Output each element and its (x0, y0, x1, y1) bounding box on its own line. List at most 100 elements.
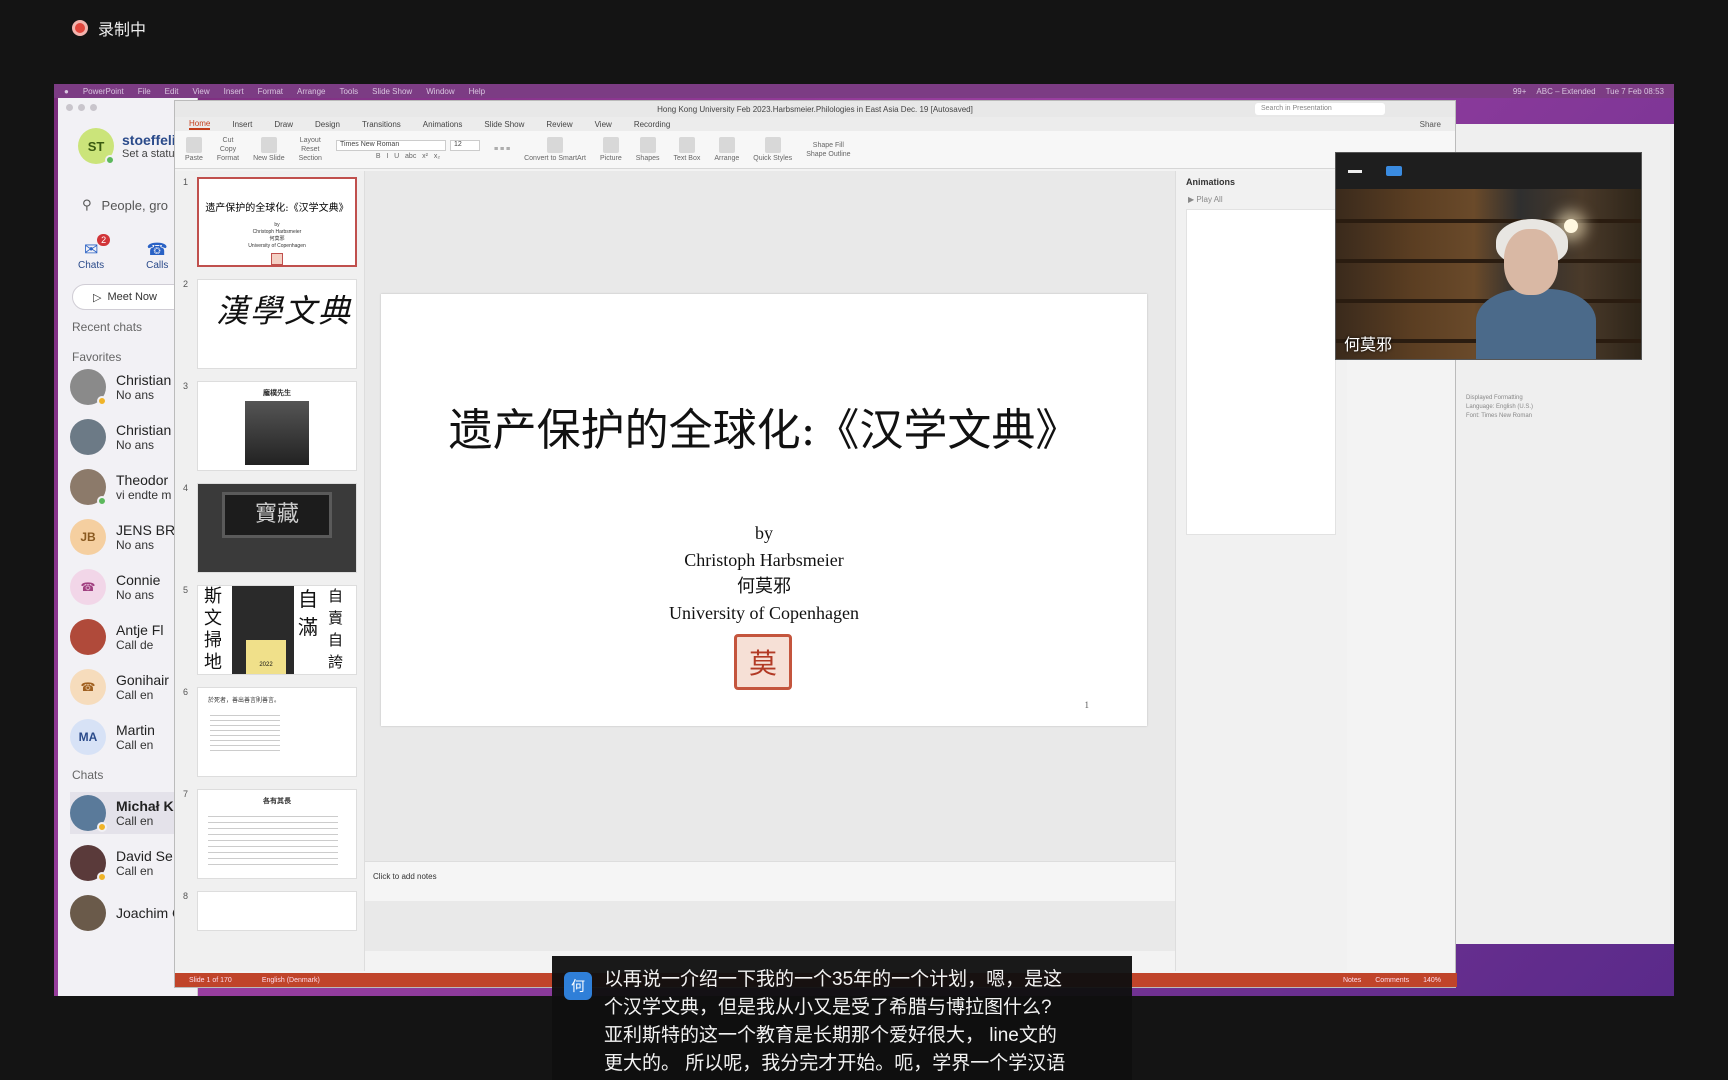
close-icon[interactable] (66, 104, 73, 111)
paragraph-group[interactable]: ≡ ≡ ≡ (494, 146, 510, 153)
arrange-label: Arrange (714, 155, 740, 162)
live-caption: 何 以再说一介绍一下我的一个35年的一个计划，嗯，是这 个汉学文典，但是我从小又… (552, 956, 1132, 1080)
picture-button[interactable]: Picture (600, 137, 622, 162)
contact-status: Call de (116, 638, 154, 652)
video-overlay: 何莫邪 (1335, 152, 1642, 360)
avatar: MA (70, 719, 106, 755)
tab-insert[interactable]: Insert (232, 120, 252, 129)
menu-tools[interactable]: Tools (339, 87, 358, 96)
shape-fill-button[interactable]: Shape Fill (813, 142, 844, 149)
font-size-select[interactable]: 12 (449, 139, 480, 151)
minimize-icon[interactable] (1348, 169, 1362, 173)
layout-button[interactable]: Layout (300, 137, 321, 144)
minimize-icon[interactable] (78, 104, 85, 111)
thumb-title: 遗产保护的全球化:《汉学文典》 (205, 203, 349, 214)
animations-pane: Animations ▶ Play All (1175, 171, 1347, 971)
recent-chats-label[interactable]: Recent chats (72, 320, 142, 334)
thumb-title: 於死者，善出善言則善言。 (208, 698, 281, 704)
apple-icon[interactable]: ● (64, 87, 69, 96)
zoom-level[interactable]: 140% (1423, 977, 1441, 984)
slide-subtitle[interactable]: by Christoph Harbsmeier 何莫邪 University o… (381, 520, 1147, 626)
thumbnail-slide-6[interactable]: 於死者，善出善言則善言。 (197, 687, 357, 777)
animations-list[interactable] (1186, 209, 1336, 535)
arrange-button[interactable]: Arrange (714, 137, 739, 162)
thumbnail-slide-8[interactable] (197, 891, 357, 931)
tab-view[interactable]: View (595, 120, 612, 129)
input-source[interactable]: ABC – Extended (1536, 87, 1595, 96)
notes-toggle[interactable]: Notes (1343, 977, 1361, 984)
language-status[interactable]: English (Denmark) (262, 977, 320, 984)
menu-arrange[interactable]: Arrange (297, 87, 325, 96)
menu-view[interactable]: View (192, 87, 209, 96)
notes-input[interactable]: Click to add notes (365, 861, 1175, 901)
contact-name: Michał K (116, 798, 174, 814)
nav-calls[interactable]: ☎ Calls (146, 240, 168, 271)
powerpoint-window: Hong Kong University Feb 2023.Harbsmeier… (174, 100, 1457, 988)
current-slide[interactable]: 遗产保护的全球化:《汉学文典》 by Christoph Harbsmeier … (381, 294, 1147, 726)
new-slide-button[interactable]: New Slide (253, 137, 285, 162)
tab-home[interactable]: Home (189, 119, 211, 130)
shapes-label: Shapes (635, 155, 660, 162)
font-format-buttons[interactable]: B I U abc x² x₂ (376, 153, 440, 160)
textbox-button[interactable]: Text Box (674, 137, 700, 162)
tab-slideshow[interactable]: Slide Show (484, 120, 524, 129)
menubar-clock[interactable]: Tue 7 Feb 08:53 (1606, 87, 1664, 96)
zoom-icon[interactable] (90, 104, 97, 111)
recording-label: 录制中 (98, 22, 147, 39)
thumbnail-slide-1[interactable]: 遗产保护的全球化:《汉学文典》 by Christoph Harbsmeier … (197, 177, 357, 267)
thumbnail-slide-7[interactable]: 各有其長 (197, 789, 357, 879)
menu-format[interactable]: Format (258, 87, 283, 96)
format-painter-button[interactable]: Format (217, 155, 239, 162)
reset-button[interactable]: Reset (301, 146, 319, 153)
menu-slideshow[interactable]: Slide Show (372, 87, 412, 96)
expand-icon[interactable] (1386, 166, 1402, 176)
shapes-icon (639, 137, 656, 153)
tab-draw[interactable]: Draw (274, 120, 293, 129)
new-slide-label: New Slide (253, 155, 285, 162)
cut-button[interactable]: Cut (223, 137, 234, 144)
contact-name: Gonihair (116, 672, 169, 688)
thumb-number: 4 (183, 483, 189, 493)
section-button[interactable]: Section (299, 155, 322, 162)
share-button[interactable]: Share (1420, 120, 1441, 129)
root: 录制中 ● PowerPoint File Edit View Insert F… (0, 0, 1728, 1080)
comments-toggle[interactable]: Comments (1375, 977, 1409, 984)
thumb-line: by (274, 222, 280, 228)
nav-chats-label: Chats (78, 260, 105, 271)
thumbnail-slide-4[interactable]: 寶藏 (197, 483, 357, 573)
profile[interactable]: ST stoeffelin Set a status (78, 128, 184, 165)
thumb-number: 7 (183, 789, 189, 799)
quick-styles-button[interactable]: Quick Styles (753, 137, 792, 162)
notification-count[interactable]: 99+ (1513, 87, 1527, 96)
nav-chats[interactable]: ✉ 2 Chats (78, 234, 111, 271)
tab-transitions[interactable]: Transitions (362, 120, 401, 129)
font-name-select[interactable]: Times New Roman (335, 139, 446, 151)
menu-insert[interactable]: Insert (224, 87, 244, 96)
thumbnail-slide-3[interactable]: 龐樸先生 (197, 381, 357, 471)
menu-powerpoint[interactable]: PowerPoint (83, 87, 124, 96)
menubar-status: 99+ ABC – Extended Tue 7 Feb 08:53 (1513, 87, 1664, 96)
slide-title[interactable]: 遗产保护的全球化:《汉学文典》 (381, 394, 1147, 458)
thumbnail-slide-5[interactable]: 斯文掃地 2022 自滿 自賣自誇 (197, 585, 357, 675)
tab-review[interactable]: Review (546, 120, 572, 129)
menu-window[interactable]: Window (426, 87, 454, 96)
copy-button[interactable]: Copy (220, 146, 236, 153)
shape-outline-button[interactable]: Shape Outline (806, 151, 850, 158)
avatar: ST (78, 128, 115, 165)
search-presentation-input[interactable]: Search in Presentation (1255, 103, 1385, 115)
tab-recording[interactable]: Recording (634, 120, 670, 129)
meet-now-label: Meet Now (107, 291, 157, 303)
tab-design[interactable]: Design (315, 120, 340, 129)
convert-smartart-button[interactable]: Convert to SmartArt (524, 137, 586, 162)
shapes-button[interactable]: Shapes (636, 137, 660, 162)
menu-file[interactable]: File (138, 87, 151, 96)
menu-edit[interactable]: Edit (165, 87, 179, 96)
paste-button[interactable]: Paste (185, 137, 203, 162)
contact-status: Call en (116, 688, 154, 702)
menu-help[interactable]: Help (469, 87, 485, 96)
play-all-button[interactable]: ▶ Play All (1188, 195, 1223, 204)
tab-animations[interactable]: Animations (423, 120, 463, 129)
thumb-text-right: 自賣自誇 (328, 588, 344, 671)
paste-label: Paste (185, 155, 203, 162)
thumbnail-slide-2[interactable]: 漢學文典 (197, 279, 357, 369)
